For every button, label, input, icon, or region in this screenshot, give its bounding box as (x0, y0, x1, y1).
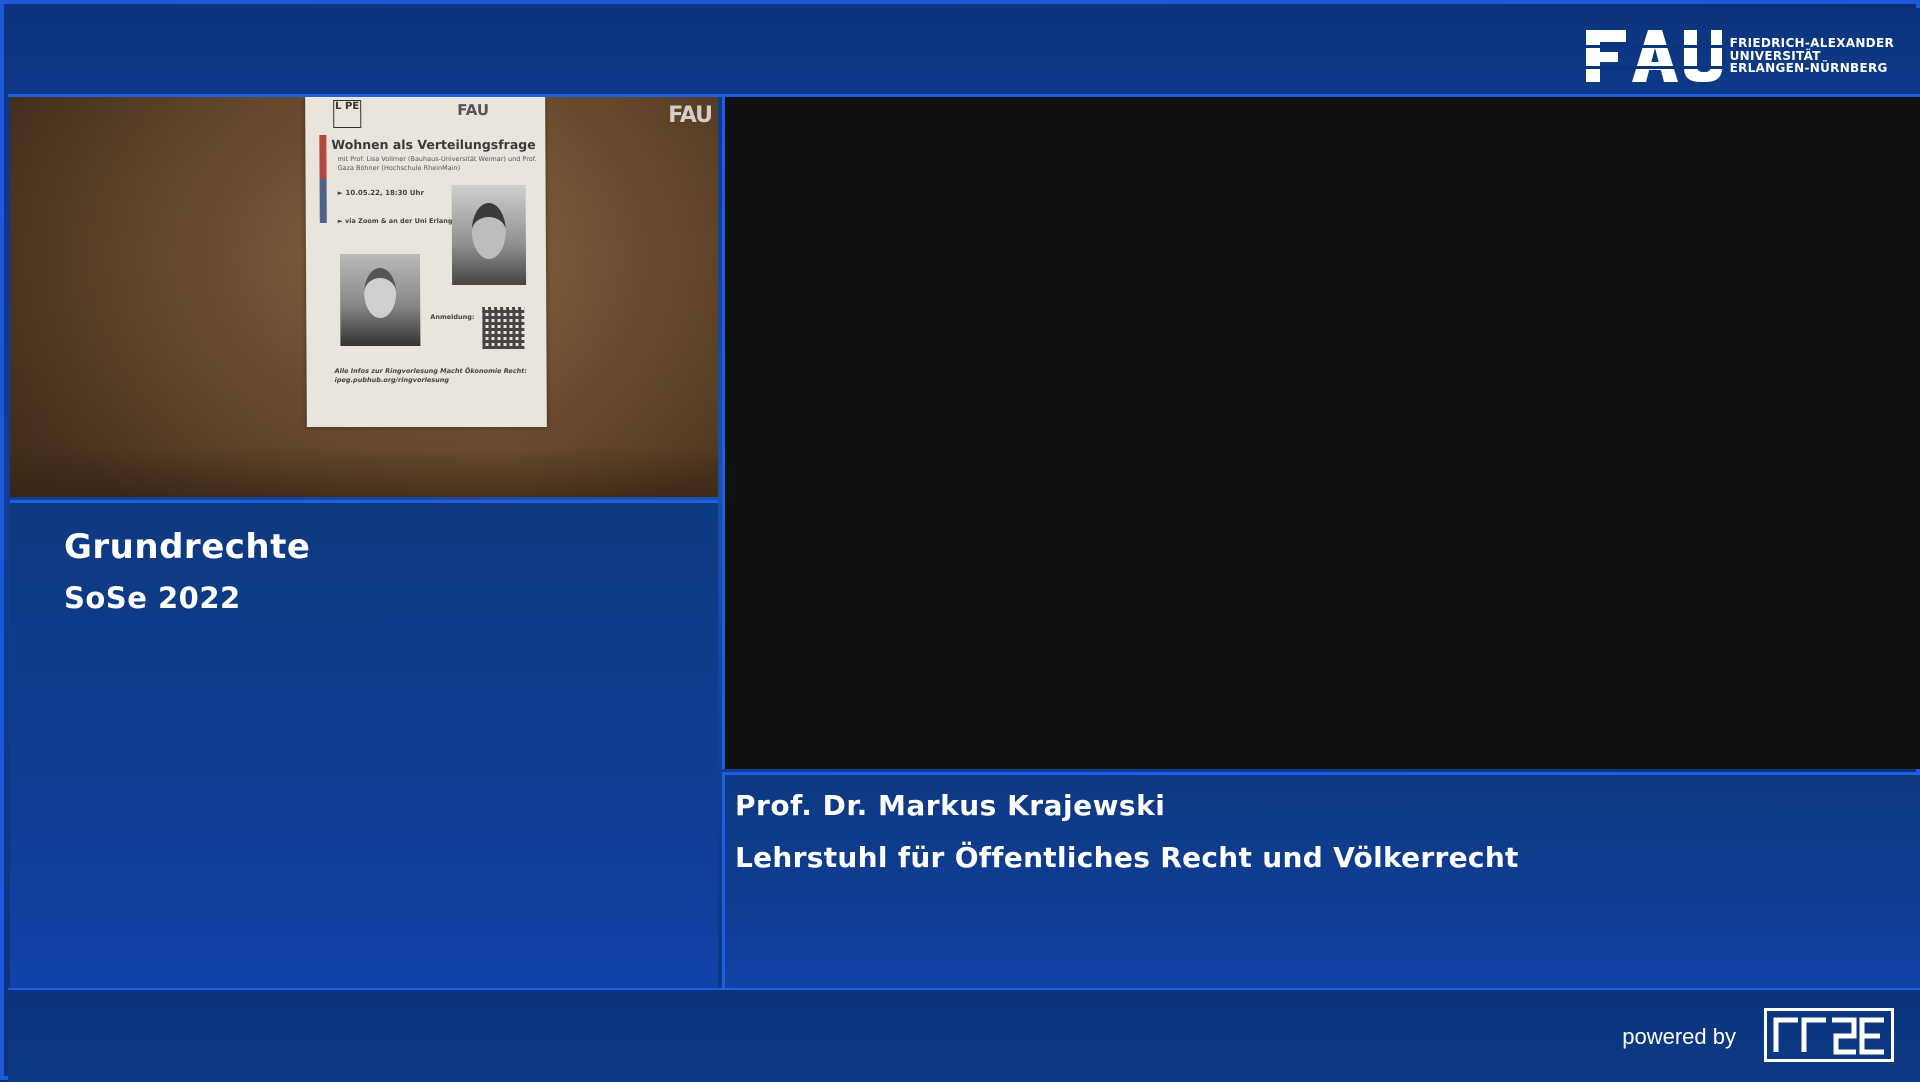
footer-bar: powered by (8, 988, 1920, 1082)
camera-watermark: FAU (668, 103, 713, 128)
rrze-logo-icon (1764, 1008, 1894, 1062)
poster-photo-speaker-2 (339, 254, 421, 346)
event-poster: L PE FAU Wohnen als Verteilungsfrage mit… (305, 97, 547, 427)
university-name: FRIEDRICH-ALEXANDER UNIVERSITÄT ERLANGEN… (1730, 37, 1894, 75)
course-title: Grundrechte (64, 527, 311, 567)
header-bar: FRIEDRICH-ALEXANDER UNIVERSITÄT ERLANGEN… (8, 8, 1920, 97)
poster-registration: Anmeldung: (430, 313, 475, 321)
speaker-name: Prof. Dr. Markus Krajewski (735, 789, 1166, 822)
poster-photo-speaker-1 (451, 185, 527, 285)
player-frame: FRIEDRICH-ALEXANDER UNIVERSITÄT ERLANGEN… (0, 0, 1920, 1082)
poster-accent-red (319, 135, 327, 179)
fau-logo-icon (1585, 30, 1722, 82)
course-info-panel: Grundrechte SoSe 2022 (10, 500, 718, 989)
course-term: SoSe 2022 (64, 581, 241, 615)
university-line-3: ERLANGEN-NÜRNBERG (1729, 61, 1888, 76)
poster-fau-logo: FAU (457, 101, 490, 119)
poster-subtitle: mit Prof. Lisa Vollmer (Bauhaus-Universi… (337, 155, 537, 172)
speaker-info-panel: Prof. Dr. Markus Krajewski Lehrstuhl für… (722, 772, 1920, 989)
fau-logo: FRIEDRICH-ALEXANDER UNIVERSITÄT ERLANGEN… (1585, 26, 1894, 86)
camera-feed: L PE FAU Wohnen als Verteilungsfrage mit… (10, 97, 718, 497)
university-line-1: FRIEDRICH-ALEXANDER (1729, 36, 1894, 51)
poster-date: ► 10.05.22, 18:30 Uhr (337, 189, 424, 197)
poster-info: Alle Infos zur Ringvorlesung Macht Ökono… (334, 367, 528, 384)
portrait-face (471, 203, 506, 259)
poster-title: Wohnen als Verteilungsfrage (331, 137, 536, 152)
slides-video-area (722, 97, 1920, 769)
qr-code-icon (482, 307, 525, 349)
portrait-face (364, 268, 397, 318)
camera-floor-shadow (10, 447, 718, 497)
poster-accent-blue (319, 179, 327, 223)
speaker-chair: Lehrstuhl für Öffentliches Recht und Völ… (735, 841, 1519, 874)
poster-lpe-logo: L PE (333, 100, 362, 128)
powered-by-label: powered by (1622, 1024, 1736, 1049)
